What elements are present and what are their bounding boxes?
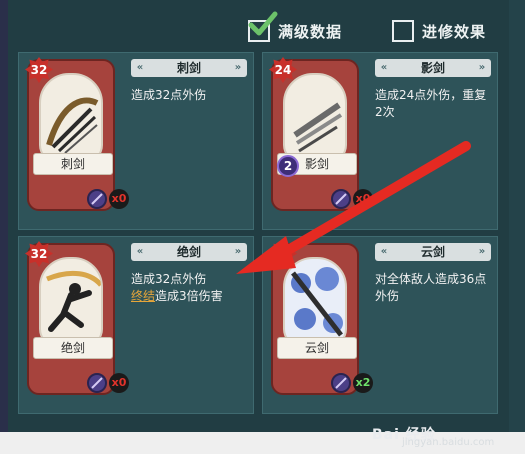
card-info-screen: 满级数据 进修效果 刺剑 32 x0 « 刺剑 » 造成32点外伤 影剑 24 … bbox=[0, 0, 525, 454]
annotation-arrow-icon bbox=[236, 141, 471, 274]
watermark-url: jingyan.baidu.com bbox=[402, 437, 495, 448]
